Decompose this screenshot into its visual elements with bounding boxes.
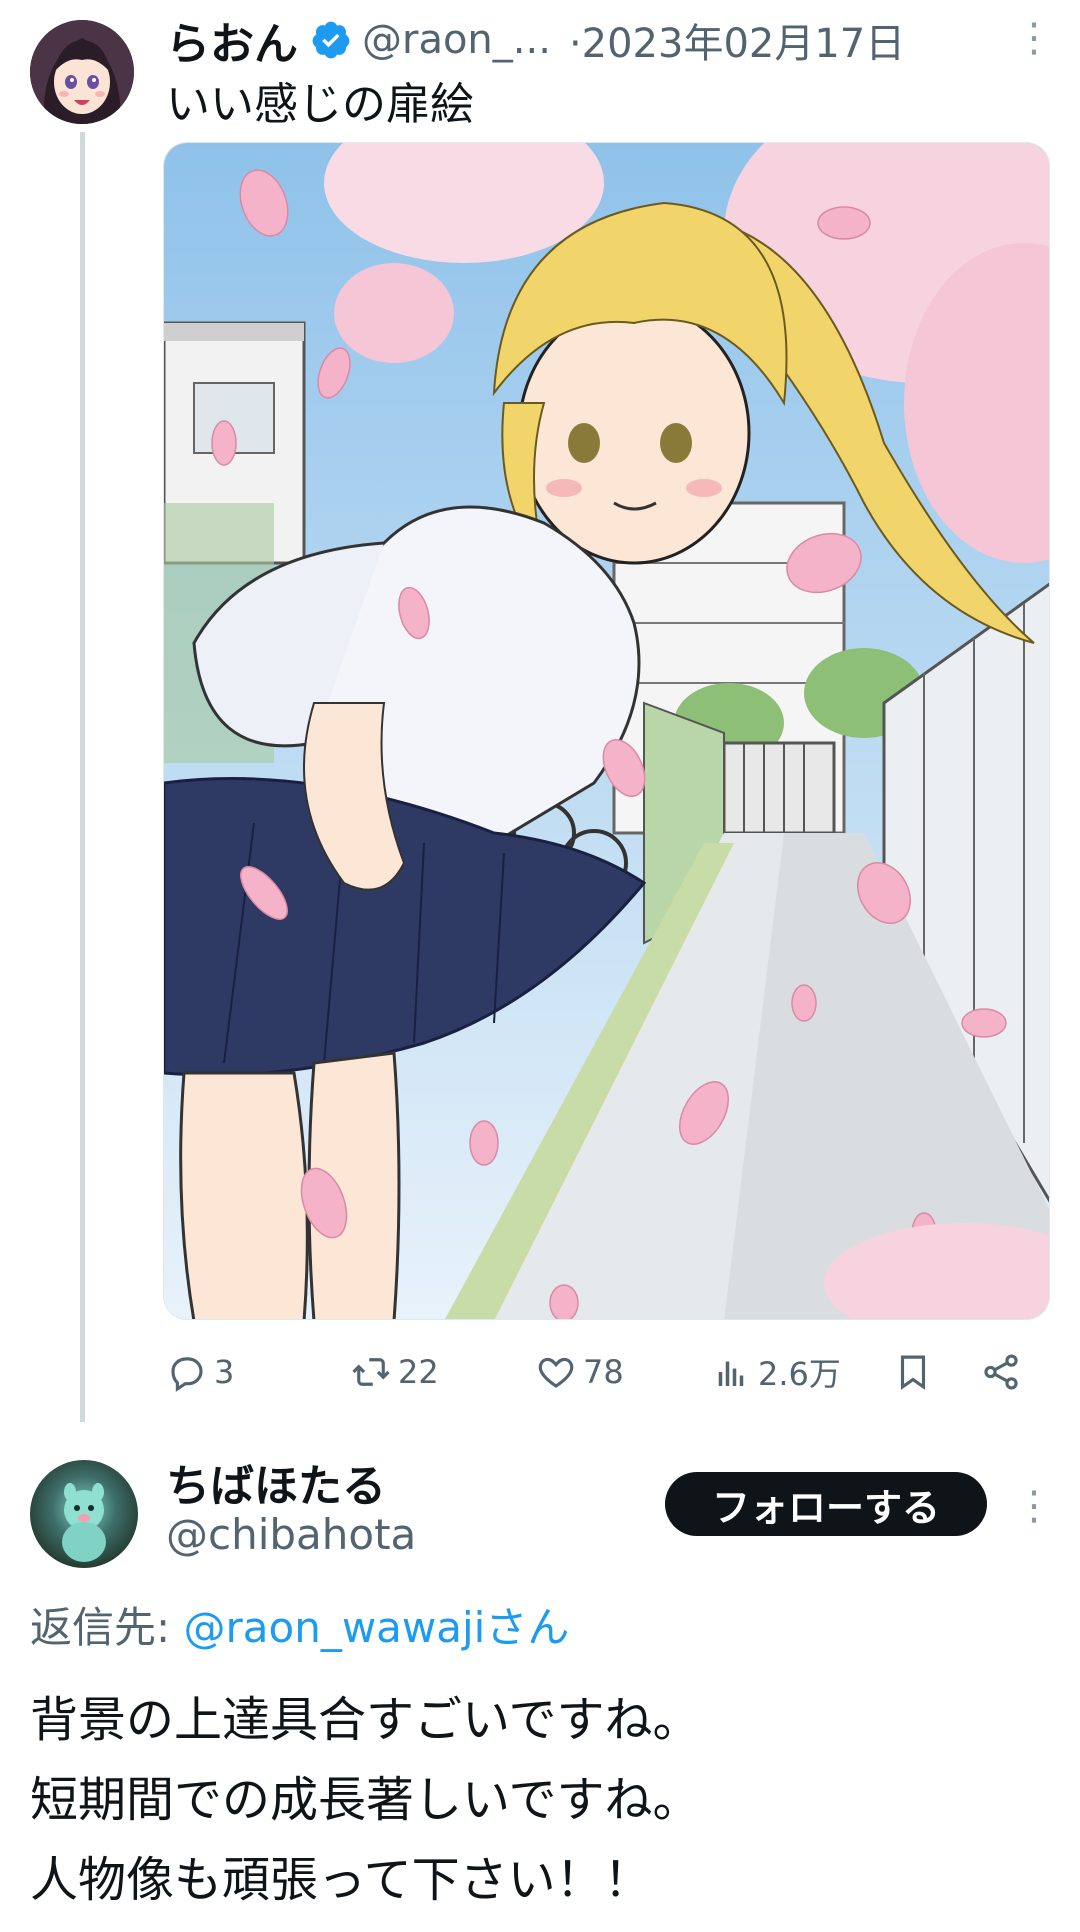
reply-text-line: 背景の上達具合すごいですね。 <box>30 1692 701 1748</box>
views-button[interactable]: 2.6万 <box>710 1345 841 1399</box>
bookmark-icon <box>900 1355 926 1390</box>
retweet-count: 22 <box>398 1353 439 1391</box>
author-handle[interactable]: @raon_... <box>362 17 551 63</box>
retweet-icon <box>352 1358 390 1386</box>
bookmark-button[interactable] <box>892 1345 934 1399</box>
more-options-icon[interactable]: ⋮ <box>1014 18 1054 58</box>
thread-connector-line <box>80 132 85 1422</box>
raon-avatar[interactable] <box>30 20 134 124</box>
follow-button[interactable]: フォローする <box>665 1472 987 1536</box>
share-button[interactable] <box>980 1345 1022 1399</box>
tweet-media-image[interactable] <box>163 142 1050 1320</box>
author-display-name[interactable]: らおん <box>166 8 298 72</box>
reply-author-display-name[interactable]: ちばほたる <box>166 1450 386 1514</box>
reply-to-mention-link[interactable]: @raon_wawaji <box>184 1603 486 1652</box>
reply-button[interactable]: 3 <box>166 1345 234 1399</box>
verified-badge-icon <box>312 21 350 59</box>
like-button[interactable]: 78 <box>535 1345 624 1399</box>
chibahota-avatar[interactable] <box>30 1460 138 1568</box>
reply-text-line: 人物像も頑張って下さい！！ <box>30 1852 652 1908</box>
reply-to-suffix: さん <box>485 1603 570 1652</box>
like-count: 78 <box>583 1353 624 1391</box>
reply-author-handle[interactable]: @chibahota <box>166 1510 416 1559</box>
reply-text-line: 短期間での成長著しいですね。 <box>30 1772 701 1828</box>
tweet-header: らおん @raon_... ·2023年02月17日 <box>166 10 905 70</box>
views-count: 2.6万 <box>758 1355 841 1393</box>
tweet-text: いい感じの扉絵 <box>166 79 474 130</box>
reply-icon <box>171 1357 203 1392</box>
user-avatar-figure-icon <box>62 1483 106 1562</box>
reply-count: 3 <box>214 1353 235 1391</box>
tweet-date[interactable]: ·2023年02月17日 <box>569 11 905 69</box>
reply-text: 背景の上達具合すごいですね。 短期間での成長著しいですね。 人物像も頑張って下さ… <box>30 1680 701 1920</box>
reply-to-prefix: 返信先: <box>30 1603 184 1652</box>
reply-to-line: 返信先: @raon_wawajiさん <box>30 1594 569 1655</box>
retweet-button[interactable]: 22 <box>350 1345 439 1399</box>
share-icon <box>984 1354 1018 1390</box>
heart-icon <box>538 1357 574 1388</box>
manga-illustration-girl-cherry-blossoms-icon <box>164 143 1049 1319</box>
bar-chart-icon <box>718 1361 744 1386</box>
more-options-icon[interactable]: ⋮ <box>1014 1486 1054 1526</box>
user-avatar-anime-girl-icon <box>30 20 134 124</box>
